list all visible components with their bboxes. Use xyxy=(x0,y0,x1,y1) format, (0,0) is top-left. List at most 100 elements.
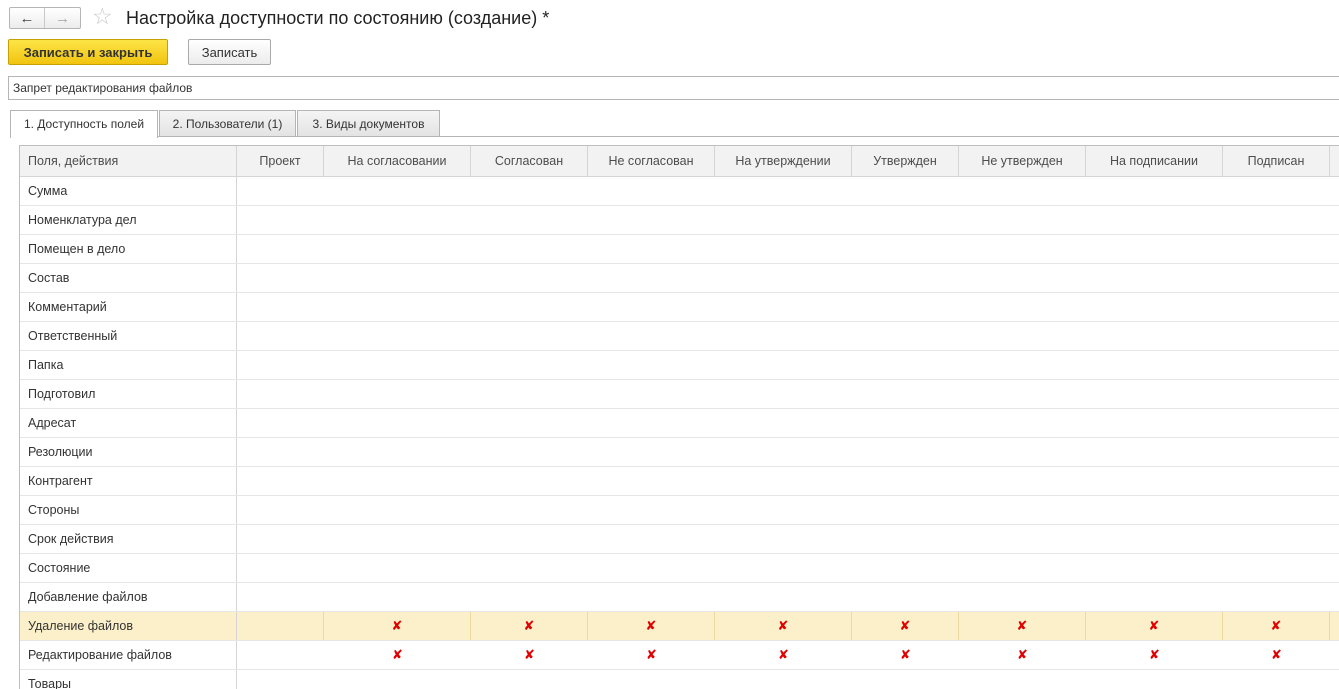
state-cell[interactable] xyxy=(1086,525,1223,553)
state-cell[interactable] xyxy=(1086,235,1223,263)
state-cell[interactable] xyxy=(959,467,1086,495)
state-cell[interactable] xyxy=(959,496,1086,524)
state-cell[interactable] xyxy=(959,554,1086,582)
state-cell[interactable] xyxy=(959,670,1086,689)
tab-field-availability[interactable]: 1. Доступность полей xyxy=(10,110,158,138)
state-cell[interactable] xyxy=(1086,322,1223,350)
state-cell[interactable]: ✘ xyxy=(588,612,715,640)
state-cell[interactable] xyxy=(1223,177,1330,205)
state-cell[interactable] xyxy=(324,293,471,321)
header-col-not-approved[interactable]: Не согласован xyxy=(588,146,715,176)
state-cell[interactable] xyxy=(588,467,715,495)
header-col-signed[interactable]: Подписан xyxy=(1223,146,1330,176)
state-cell[interactable] xyxy=(237,351,324,379)
table-row[interactable]: Стороны xyxy=(20,496,1339,525)
table-row[interactable]: Номенклатура дел xyxy=(20,206,1339,235)
table-row[interactable]: Подготовил xyxy=(20,380,1339,409)
state-cell[interactable] xyxy=(588,235,715,263)
header-col-approved[interactable]: Согласован xyxy=(471,146,588,176)
state-cell[interactable] xyxy=(237,496,324,524)
header-col-fields-actions[interactable]: Поля, действия xyxy=(20,146,237,176)
state-cell[interactable] xyxy=(715,496,852,524)
state-cell[interactable] xyxy=(852,351,959,379)
state-cell[interactable] xyxy=(588,438,715,466)
state-cell[interactable] xyxy=(1223,467,1330,495)
state-cell[interactable] xyxy=(852,467,959,495)
state-cell[interactable] xyxy=(324,409,471,437)
state-cell[interactable] xyxy=(1086,293,1223,321)
state-cell[interactable] xyxy=(471,438,588,466)
header-col-not-confirmed[interactable]: Не утвержден xyxy=(959,146,1086,176)
state-cell[interactable] xyxy=(852,235,959,263)
state-cell[interactable] xyxy=(324,467,471,495)
state-cell[interactable] xyxy=(852,380,959,408)
setting-name-field[interactable]: Запрет редактирования файлов xyxy=(8,76,1339,100)
state-cell[interactable] xyxy=(588,583,715,611)
state-cell[interactable] xyxy=(1086,380,1223,408)
table-row[interactable]: Добавление файлов xyxy=(20,583,1339,612)
state-cell[interactable] xyxy=(471,293,588,321)
state-cell[interactable] xyxy=(1223,525,1330,553)
state-cell[interactable]: ✘ xyxy=(959,612,1086,640)
state-cell[interactable] xyxy=(324,264,471,292)
state-cell[interactable] xyxy=(237,525,324,553)
state-cell[interactable] xyxy=(852,496,959,524)
table-row[interactable]: Контрагент xyxy=(20,467,1339,496)
state-cell[interactable] xyxy=(588,496,715,524)
table-row[interactable]: Состав xyxy=(20,264,1339,293)
state-cell[interactable] xyxy=(852,322,959,350)
state-cell[interactable] xyxy=(1086,670,1223,689)
state-cell[interactable]: ✘ xyxy=(324,641,471,669)
state-cell[interactable] xyxy=(1223,322,1330,350)
state-cell[interactable] xyxy=(588,525,715,553)
state-cell[interactable] xyxy=(1086,409,1223,437)
state-cell[interactable]: ✘ xyxy=(715,612,852,640)
table-row[interactable]: Помещен в дело xyxy=(20,235,1339,264)
state-cell[interactable] xyxy=(715,670,852,689)
state-cell[interactable]: ✘ xyxy=(1223,641,1330,669)
state-cell[interactable] xyxy=(715,554,852,582)
state-cell[interactable] xyxy=(852,293,959,321)
tab-document-types[interactable]: 3. Виды документов xyxy=(297,110,440,137)
state-cell[interactable] xyxy=(715,467,852,495)
state-cell[interactable] xyxy=(1223,351,1330,379)
state-cell[interactable]: ✘ xyxy=(1086,641,1223,669)
state-cell[interactable] xyxy=(715,351,852,379)
state-cell[interactable] xyxy=(588,322,715,350)
availability-table[interactable]: Поля, действия Проект На согласовании Согла… xyxy=(19,145,1339,689)
state-cell[interactable] xyxy=(471,264,588,292)
state-cell[interactable] xyxy=(324,670,471,689)
table-row[interactable]: Товары xyxy=(20,670,1339,689)
state-cell[interactable] xyxy=(588,409,715,437)
state-cell[interactable] xyxy=(1086,496,1223,524)
state-cell[interactable] xyxy=(324,496,471,524)
state-cell[interactable]: ✘ xyxy=(852,641,959,669)
state-cell[interactable] xyxy=(959,264,1086,292)
state-cell[interactable] xyxy=(1086,351,1223,379)
state-cell[interactable] xyxy=(237,409,324,437)
state-cell[interactable] xyxy=(588,670,715,689)
state-cell[interactable] xyxy=(237,177,324,205)
state-cell[interactable] xyxy=(588,293,715,321)
state-cell[interactable] xyxy=(959,177,1086,205)
table-row[interactable]: Срок действия xyxy=(20,525,1339,554)
header-col-on-confirmation[interactable]: На утверждении xyxy=(715,146,852,176)
state-cell[interactable] xyxy=(471,496,588,524)
state-cell[interactable] xyxy=(324,554,471,582)
header-col-on-approval[interactable]: На согласовании xyxy=(324,146,471,176)
state-cell[interactable] xyxy=(959,206,1086,234)
state-cell[interactable] xyxy=(471,380,588,408)
state-cell[interactable] xyxy=(471,235,588,263)
table-row[interactable]: Сумма xyxy=(20,177,1339,206)
state-cell[interactable]: ✘ xyxy=(1086,612,1223,640)
state-cell[interactable] xyxy=(852,206,959,234)
state-cell[interactable] xyxy=(1223,380,1330,408)
save-and-close-button[interactable]: Записать и закрыть xyxy=(8,39,168,65)
state-cell[interactable] xyxy=(324,380,471,408)
state-cell[interactable]: ✘ xyxy=(959,641,1086,669)
state-cell[interactable] xyxy=(237,293,324,321)
state-cell[interactable] xyxy=(588,206,715,234)
state-cell[interactable] xyxy=(1086,206,1223,234)
header-col-confirmed[interactable]: Утвержден xyxy=(852,146,959,176)
state-cell[interactable] xyxy=(715,409,852,437)
